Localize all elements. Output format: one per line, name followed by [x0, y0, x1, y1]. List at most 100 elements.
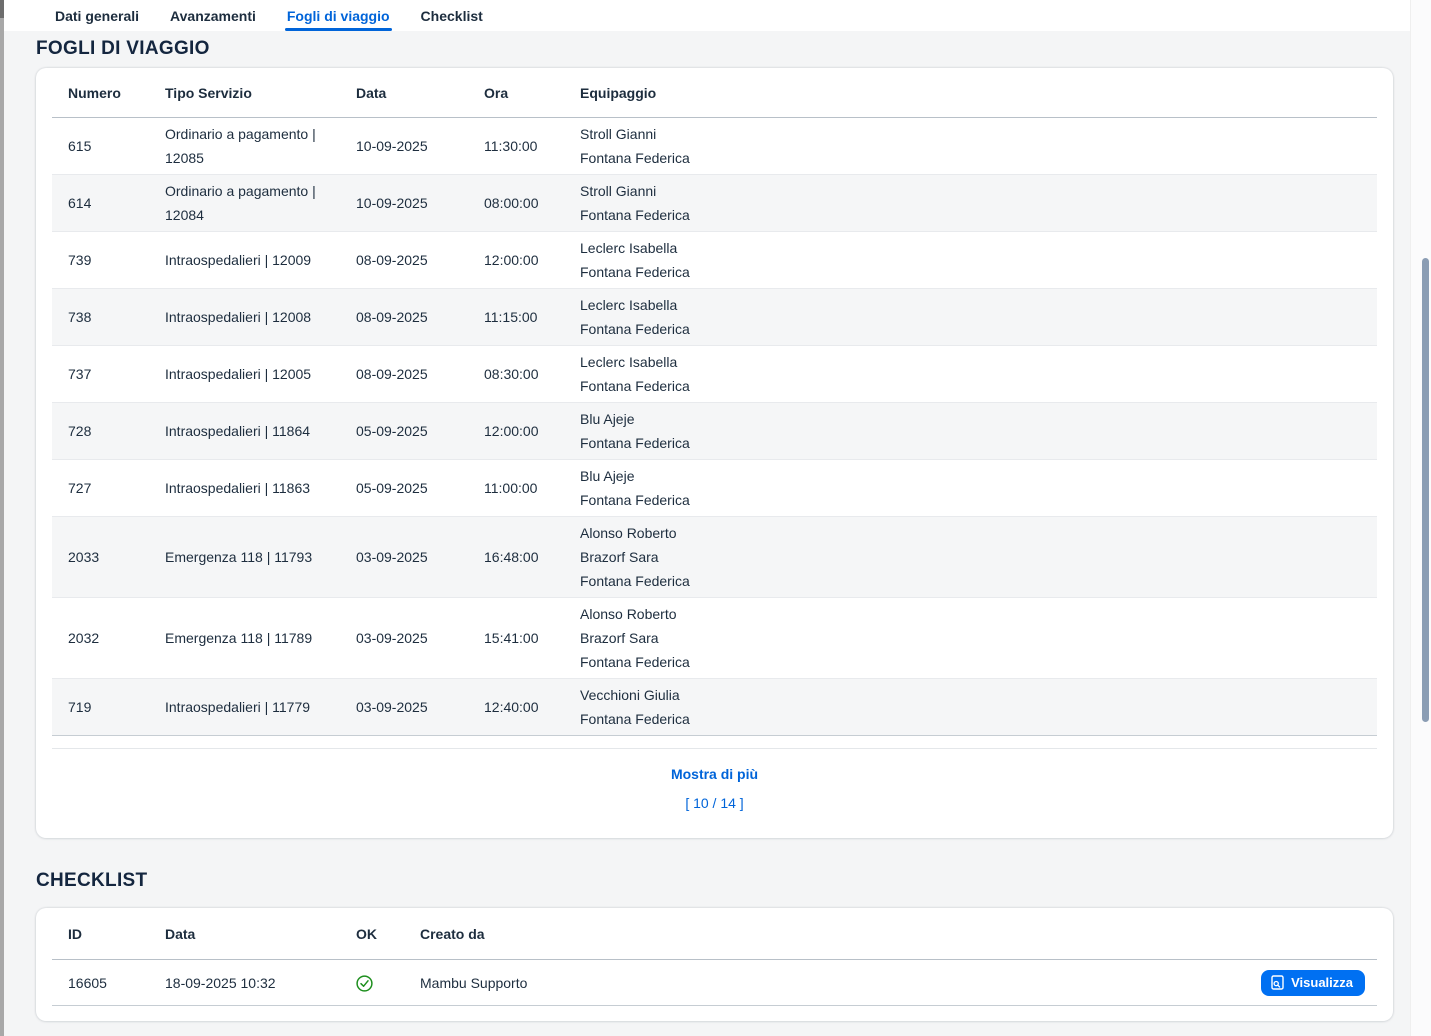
cell-numero: 2032 — [52, 597, 149, 678]
page-content: FOGLI DI VIAGGIO Numero Tipo Servizio Da… — [4, 31, 1410, 1036]
table-row[interactable]: 615 Ordinario a pagamento | 12085 10-09-… — [52, 117, 1377, 174]
cell-checklist-id: 16605 — [52, 960, 149, 1006]
col-header-ora: Ora — [468, 68, 564, 117]
table-row[interactable]: 738 Intraospedalieri | 12008 08-09-2025 … — [52, 288, 1377, 345]
cell-equipaggio: Blu AjejeFontana Federica — [564, 459, 1377, 516]
crew-member: Fontana Federica — [580, 488, 1369, 512]
crew-member: Fontana Federica — [580, 569, 1369, 593]
cell-equipaggio: Stroll GianniFontana Federica — [564, 174, 1377, 231]
checklist-section-title: CHECKLIST — [36, 870, 1410, 892]
cell-creato-da: Mambu Supporto Visualizza — [404, 960, 1377, 1006]
cell-ora: 11:30:00 — [468, 117, 564, 174]
cell-numero: 737 — [52, 345, 149, 402]
tab-bar: Dati generali Avanzamenti Fogli di viagg… — [4, 0, 1410, 31]
checklist-card: ID Data OK Creato da 16605 18-09-2025 10… — [36, 908, 1393, 1022]
cell-ora: 11:15:00 — [468, 288, 564, 345]
cell-numero: 739 — [52, 231, 149, 288]
crew-member: Fontana Federica — [580, 374, 1369, 398]
fogli-table-footer: Mostra di più [ 10 / 14 ] — [52, 748, 1377, 838]
cell-checklist-data: 18-09-2025 10:32 — [149, 960, 340, 1006]
cell-equipaggio: Stroll GianniFontana Federica — [564, 117, 1377, 174]
window-left-edge-cap — [0, 0, 4, 18]
cell-data: 10-09-2025 — [340, 174, 468, 231]
crew-member: Stroll Gianni — [580, 122, 1369, 146]
cell-ora: 11:00:00 — [468, 459, 564, 516]
fogli-card: Numero Tipo Servizio Data Ora Equipaggio… — [36, 68, 1393, 838]
cell-equipaggio: Leclerc IsabellaFontana Federica — [564, 345, 1377, 402]
cell-ora: 08:30:00 — [468, 345, 564, 402]
checklist-table: ID Data OK Creato da 16605 18-09-2025 10… — [52, 908, 1377, 1007]
window-left-edge — [0, 0, 4, 1036]
cell-equipaggio: Leclerc IsabellaFontana Federica — [564, 288, 1377, 345]
table-row[interactable]: 2033 Emergenza 118 | 11793 03-09-2025 16… — [52, 516, 1377, 597]
checklist-card-padding — [36, 1006, 1393, 1021]
tab-avanzamenti[interactable]: Avanzamenti — [170, 0, 256, 31]
cell-tipo-servizio: Intraospedalieri | 11779 — [149, 678, 340, 735]
crew-member: Blu Ajeje — [580, 464, 1369, 488]
fogli-section-title: FOGLI DI VIAGGIO — [36, 38, 1410, 60]
cell-numero: 719 — [52, 678, 149, 735]
cell-numero: 614 — [52, 174, 149, 231]
show-more-button[interactable]: Mostra di più — [671, 766, 758, 782]
table-row[interactable]: 727 Intraospedalieri | 11863 05-09-2025 … — [52, 459, 1377, 516]
table-row[interactable]: 728 Intraospedalieri | 11864 05-09-2025 … — [52, 402, 1377, 459]
table-row[interactable]: 614 Ordinario a pagamento | 12084 10-09-… — [52, 174, 1377, 231]
vertical-scrollbar-thumb[interactable] — [1422, 258, 1429, 722]
cell-tipo-servizio: Intraospedalieri | 11864 — [149, 402, 340, 459]
pagination-count: [ 10 / 14 ] — [52, 795, 1377, 811]
table-row[interactable]: 737 Intraospedalieri | 12005 08-09-2025 … — [52, 345, 1377, 402]
col-header-id: ID — [52, 908, 149, 960]
tab-dati-generali[interactable]: Dati generali — [55, 0, 139, 31]
cell-ora: 12:40:00 — [468, 678, 564, 735]
col-header-equipaggio: Equipaggio — [564, 68, 1377, 117]
cell-tipo-servizio: Ordinario a pagamento | 12084 — [149, 174, 340, 231]
crew-member: Fontana Federica — [580, 146, 1369, 170]
cell-data: 10-09-2025 — [340, 117, 468, 174]
crew-member: Leclerc Isabella — [580, 350, 1369, 374]
cell-ora: 08:00:00 — [468, 174, 564, 231]
cell-tipo-servizio: Intraospedalieri | 12008 — [149, 288, 340, 345]
checklist-header-row: ID Data OK Creato da — [52, 908, 1377, 960]
cell-numero: 2033 — [52, 516, 149, 597]
visualizza-button-label: Visualizza — [1291, 975, 1353, 990]
cell-equipaggio: Blu AjejeFontana Federica — [564, 402, 1377, 459]
crew-member: Fontana Federica — [580, 260, 1369, 284]
col-header-data: Data — [340, 68, 468, 117]
cell-tipo-servizio: Intraospedalieri | 12009 — [149, 231, 340, 288]
crew-member: Alonso Roberto — [580, 602, 1369, 626]
cell-data: 03-09-2025 — [340, 678, 468, 735]
cell-equipaggio: Vecchioni GiuliaFontana Federica — [564, 678, 1377, 735]
cell-data: 08-09-2025 — [340, 345, 468, 402]
cell-checklist-ok — [340, 960, 404, 1006]
crew-member: Leclerc Isabella — [580, 236, 1369, 260]
crew-member: Leclerc Isabella — [580, 293, 1369, 317]
crew-member: Brazorf Sara — [580, 626, 1369, 650]
cell-data: 08-09-2025 — [340, 231, 468, 288]
document-search-icon — [1271, 975, 1284, 990]
cell-tipo-servizio: Emergenza 118 | 11793 — [149, 516, 340, 597]
visualizza-button[interactable]: Visualizza — [1261, 970, 1365, 996]
cell-ora: 12:00:00 — [468, 231, 564, 288]
tab-checklist[interactable]: Checklist — [421, 0, 483, 31]
cell-numero: 738 — [52, 288, 149, 345]
table-row[interactable]: 719 Intraospedalieri | 11779 03-09-2025 … — [52, 678, 1377, 735]
cell-ora: 16:48:00 — [468, 516, 564, 597]
crew-member: Fontana Federica — [580, 650, 1369, 674]
cell-data: 08-09-2025 — [340, 288, 468, 345]
crew-member: Vecchioni Giulia — [580, 683, 1369, 707]
table-row[interactable]: 739 Intraospedalieri | 12009 08-09-2025 … — [52, 231, 1377, 288]
table-row[interactable]: 2032 Emergenza 118 | 11789 03-09-2025 15… — [52, 597, 1377, 678]
cell-equipaggio: Leclerc IsabellaFontana Federica — [564, 231, 1377, 288]
cell-data: 05-09-2025 — [340, 402, 468, 459]
crew-member: Stroll Gianni — [580, 179, 1369, 203]
checklist-row[interactable]: 16605 18-09-2025 10:32 Mambu Supporto — [52, 960, 1377, 1006]
cell-tipo-servizio: Intraospedalieri | 11863 — [149, 459, 340, 516]
crew-member: Fontana Federica — [580, 203, 1369, 227]
fogli-table-body: 615 Ordinario a pagamento | 12085 10-09-… — [52, 117, 1377, 735]
cell-equipaggio: Alonso RobertoBrazorf SaraFontana Federi… — [564, 597, 1377, 678]
col-header-checklist-data: Data — [149, 908, 340, 960]
ok-check-icon — [356, 975, 373, 992]
tab-fogli-di-viaggio[interactable]: Fogli di viaggio — [287, 0, 390, 31]
vertical-scrollbar-track[interactable] — [1410, 0, 1431, 1036]
cell-ora: 15:41:00 — [468, 597, 564, 678]
